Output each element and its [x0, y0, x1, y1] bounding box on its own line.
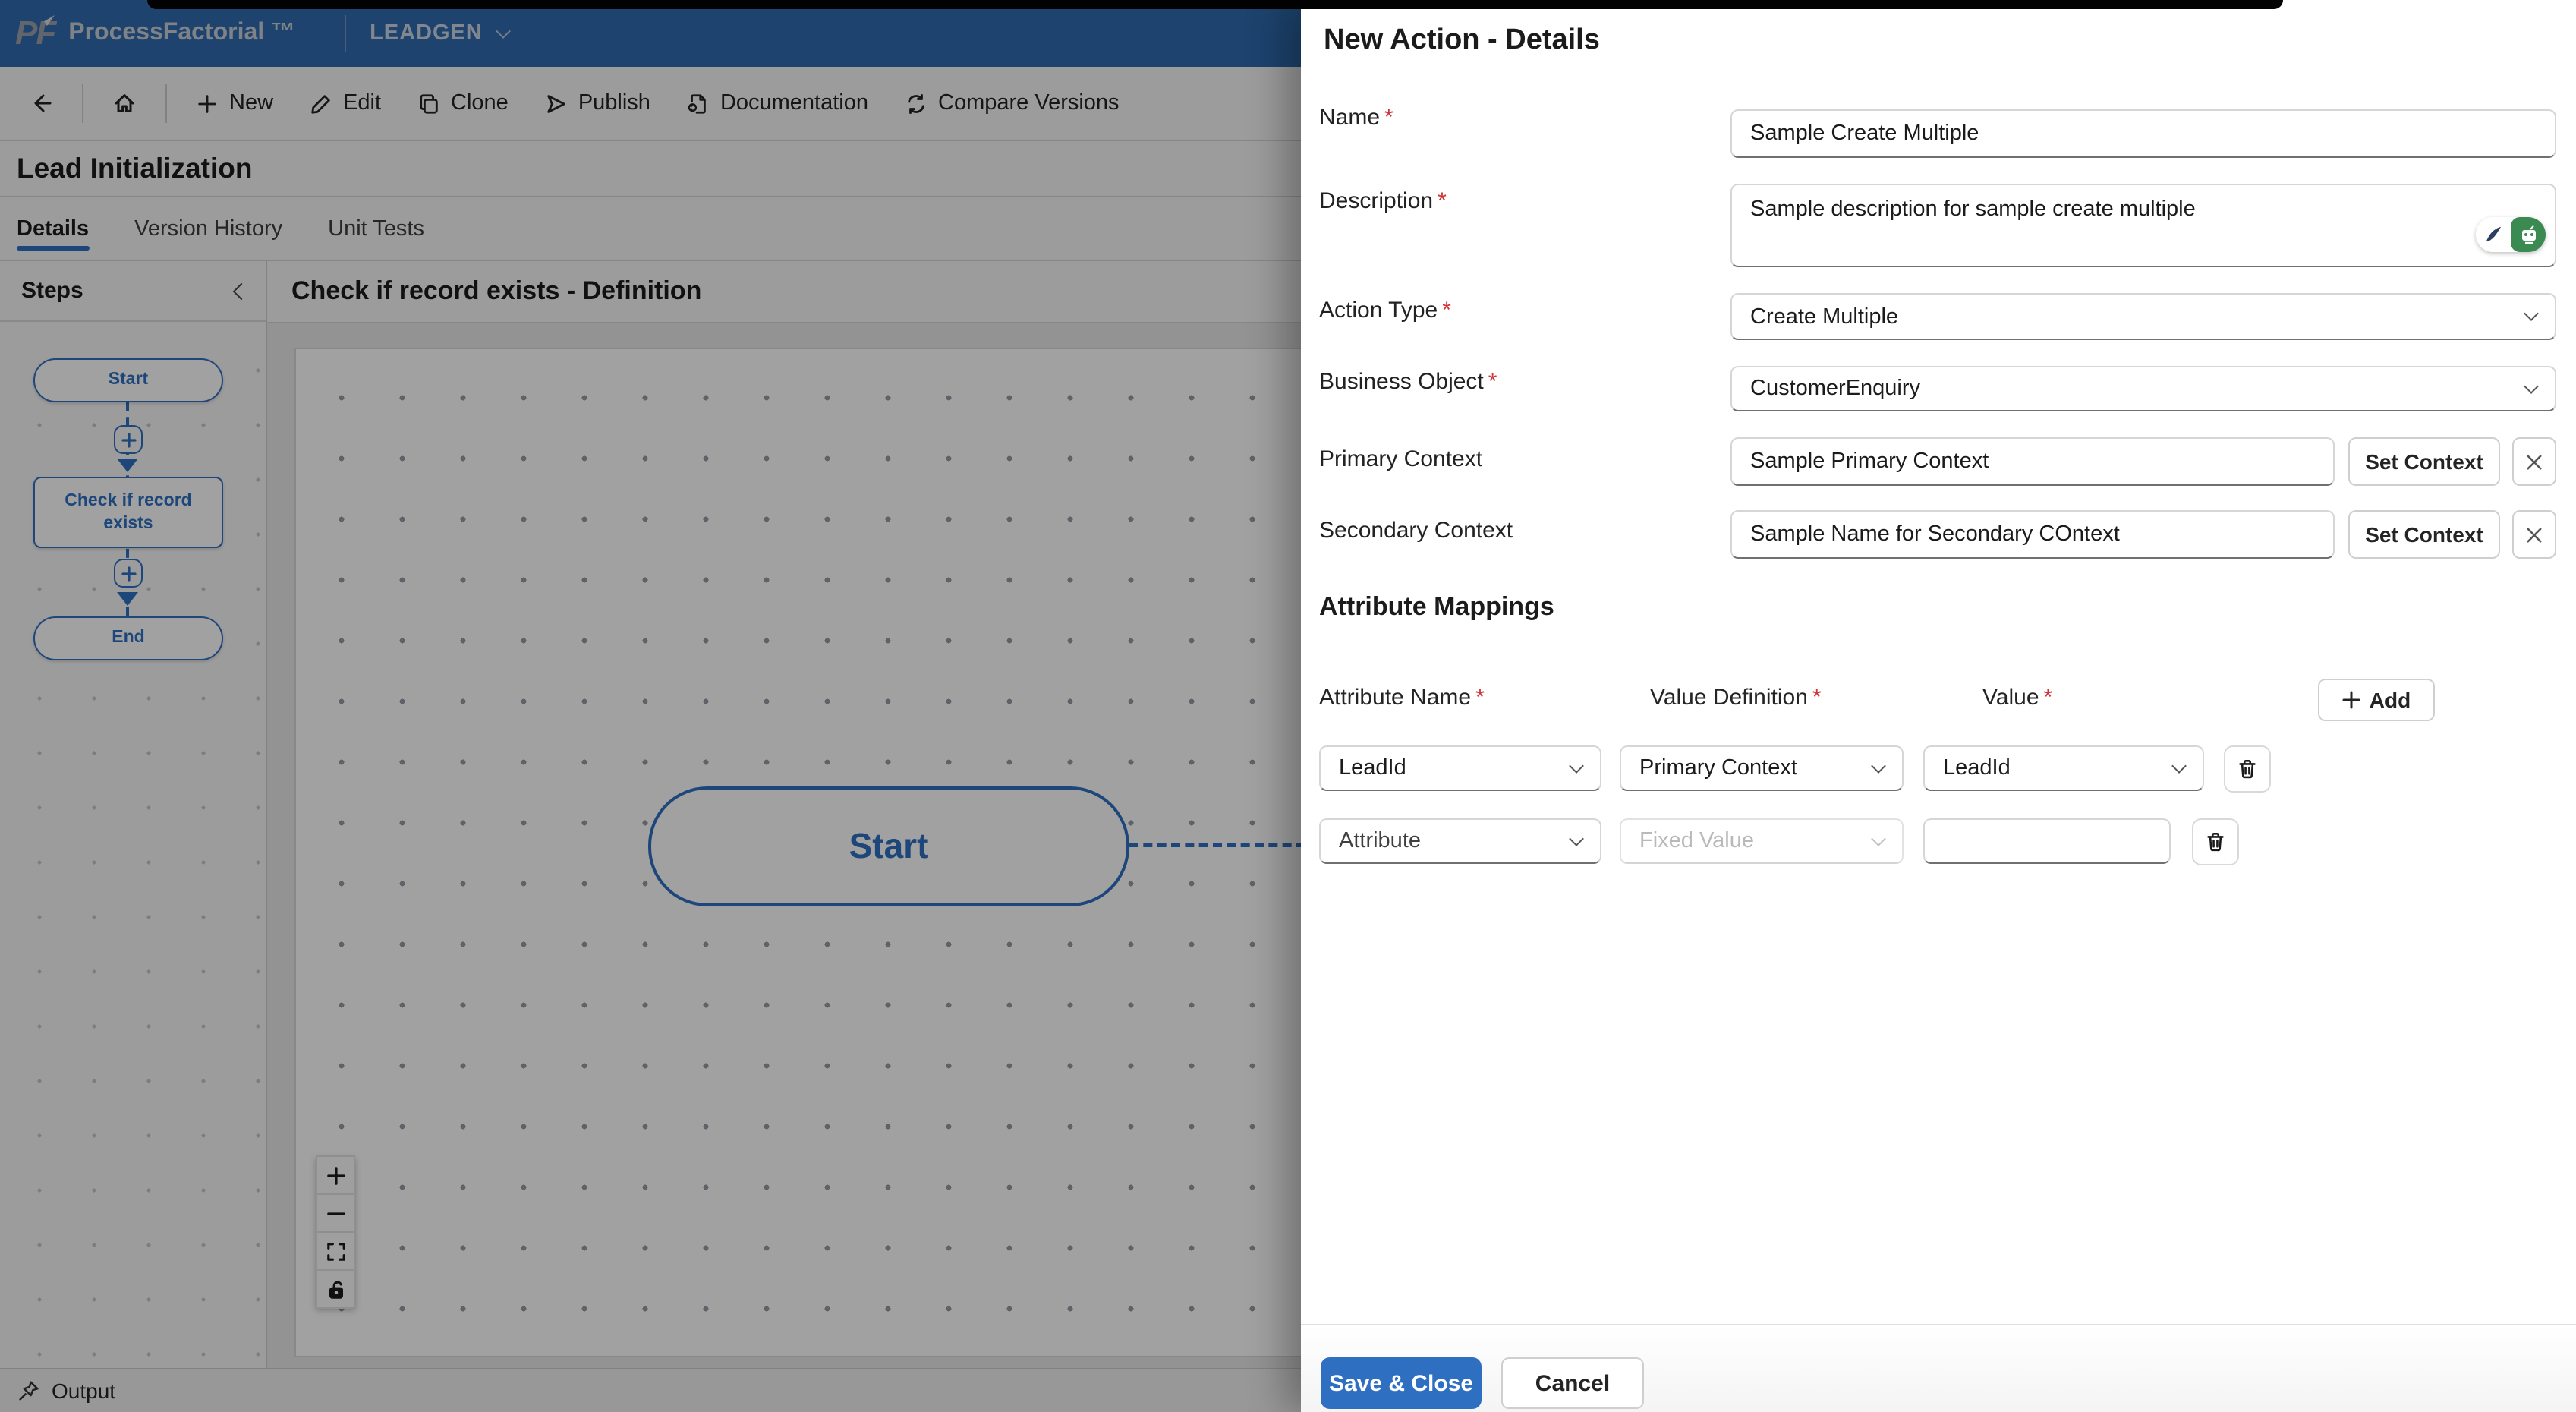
mapping-row1-value-value: LeadId	[1943, 756, 2011, 780]
mapping-row1-value-definition-value: Primary Context	[1639, 756, 1797, 780]
mapping-row1-delete-button[interactable]	[2224, 745, 2271, 793]
secondary-context-clear-button[interactable]	[2512, 510, 2556, 559]
close-icon	[2527, 454, 2542, 469]
save-and-close-button[interactable]: Save & Close	[1321, 1357, 1482, 1409]
description-value: Sample description for sample create mul…	[1750, 197, 2196, 222]
cancel-button[interactable]: Cancel	[1501, 1357, 1644, 1409]
ai-assist-toggle[interactable]	[2476, 217, 2546, 252]
mapping-row2-value-definition-select: Fixed Value	[1620, 818, 1904, 864]
action-type-value: Create Multiple	[1750, 304, 1899, 329]
mapping-row2-attribute-select[interactable]: Attribute	[1319, 818, 1601, 864]
plus-icon	[2342, 691, 2360, 709]
column-header-attribute-name: Attribute Name *	[1319, 685, 1485, 711]
chevron-down-icon	[1871, 758, 1886, 773]
new-action-drawer: New Action - Details Name * Sample Create…	[1301, 0, 2576, 1412]
screen-notch	[147, 0, 2283, 9]
chevron-down-icon	[2171, 758, 2187, 773]
drawer-footer: Save & Close Cancel	[1301, 1324, 2576, 1412]
chevron-down-icon	[1569, 758, 1584, 773]
primary-context-input[interactable]: Sample Primary Context	[1730, 437, 2335, 486]
secondary-set-context-button[interactable]: Set Context	[2348, 510, 2500, 559]
chevron-down-icon	[2524, 378, 2539, 393]
column-header-value-definition: Value Definition *	[1650, 685, 1822, 711]
business-object-label: Business Object *	[1319, 369, 1497, 395]
mapping-row1-value-select[interactable]: LeadId	[1923, 745, 2204, 791]
mapping-row2-attribute-placeholder: Attribute	[1339, 829, 1421, 853]
add-label: Add	[2369, 688, 2411, 712]
primary-context-value: Sample Primary Context	[1750, 449, 1989, 474]
quill-icon	[2476, 217, 2511, 252]
name-label: Name *	[1319, 105, 1393, 131]
column-header-value: Value *	[1982, 685, 2053, 711]
close-icon	[2527, 527, 2542, 542]
secondary-context-input[interactable]: Sample Name for Secondary COntext	[1730, 510, 2335, 559]
action-type-select[interactable]: Create Multiple	[1730, 293, 2556, 340]
attribute-mappings-heading: Attribute Mappings	[1319, 592, 1554, 621]
drawer-title: New Action - Details	[1324, 24, 1600, 56]
mapping-row2-delete-button[interactable]	[2192, 818, 2239, 865]
business-object-value: CustomerEnquiry	[1750, 377, 1921, 401]
mapping-row2-value-input[interactable]	[1923, 818, 2171, 864]
action-type-label: Action Type *	[1319, 298, 1451, 323]
primary-context-clear-button[interactable]	[2512, 437, 2556, 486]
trash-icon	[2207, 833, 2224, 852]
description-textarea[interactable]: Sample description for sample create mul…	[1730, 184, 2556, 267]
mapping-row2-value-definition-placeholder: Fixed Value	[1639, 829, 1754, 853]
mapping-row1-value-definition-select[interactable]: Primary Context	[1620, 745, 1904, 791]
chevron-down-icon	[1871, 830, 1886, 846]
primary-context-label: Primary Context	[1319, 446, 1483, 472]
chevron-down-icon	[2524, 306, 2539, 321]
robot-icon	[2511, 217, 2546, 252]
chevron-down-icon	[1569, 830, 1584, 846]
mapping-row1-attribute-value: LeadId	[1339, 756, 1406, 780]
secondary-context-label: Secondary Context	[1319, 518, 1513, 544]
add-mapping-button[interactable]: Add	[2318, 679, 2435, 721]
screen: PF ProcessFactorial ™ LEADGEN New Edit C…	[0, 0, 2576, 1412]
name-input[interactable]: Sample Create Multiple	[1730, 109, 2556, 158]
name-value: Sample Create Multiple	[1750, 121, 1979, 146]
mapping-row1-attribute-select[interactable]: LeadId	[1319, 745, 1601, 791]
business-object-select[interactable]: CustomerEnquiry	[1730, 366, 2556, 411]
modal-backdrop[interactable]	[0, 0, 1301, 1412]
secondary-context-value: Sample Name for Secondary COntext	[1750, 522, 2120, 547]
trash-icon	[2239, 760, 2256, 779]
primary-set-context-button[interactable]: Set Context	[2348, 437, 2500, 486]
description-label: Description *	[1319, 188, 1447, 214]
